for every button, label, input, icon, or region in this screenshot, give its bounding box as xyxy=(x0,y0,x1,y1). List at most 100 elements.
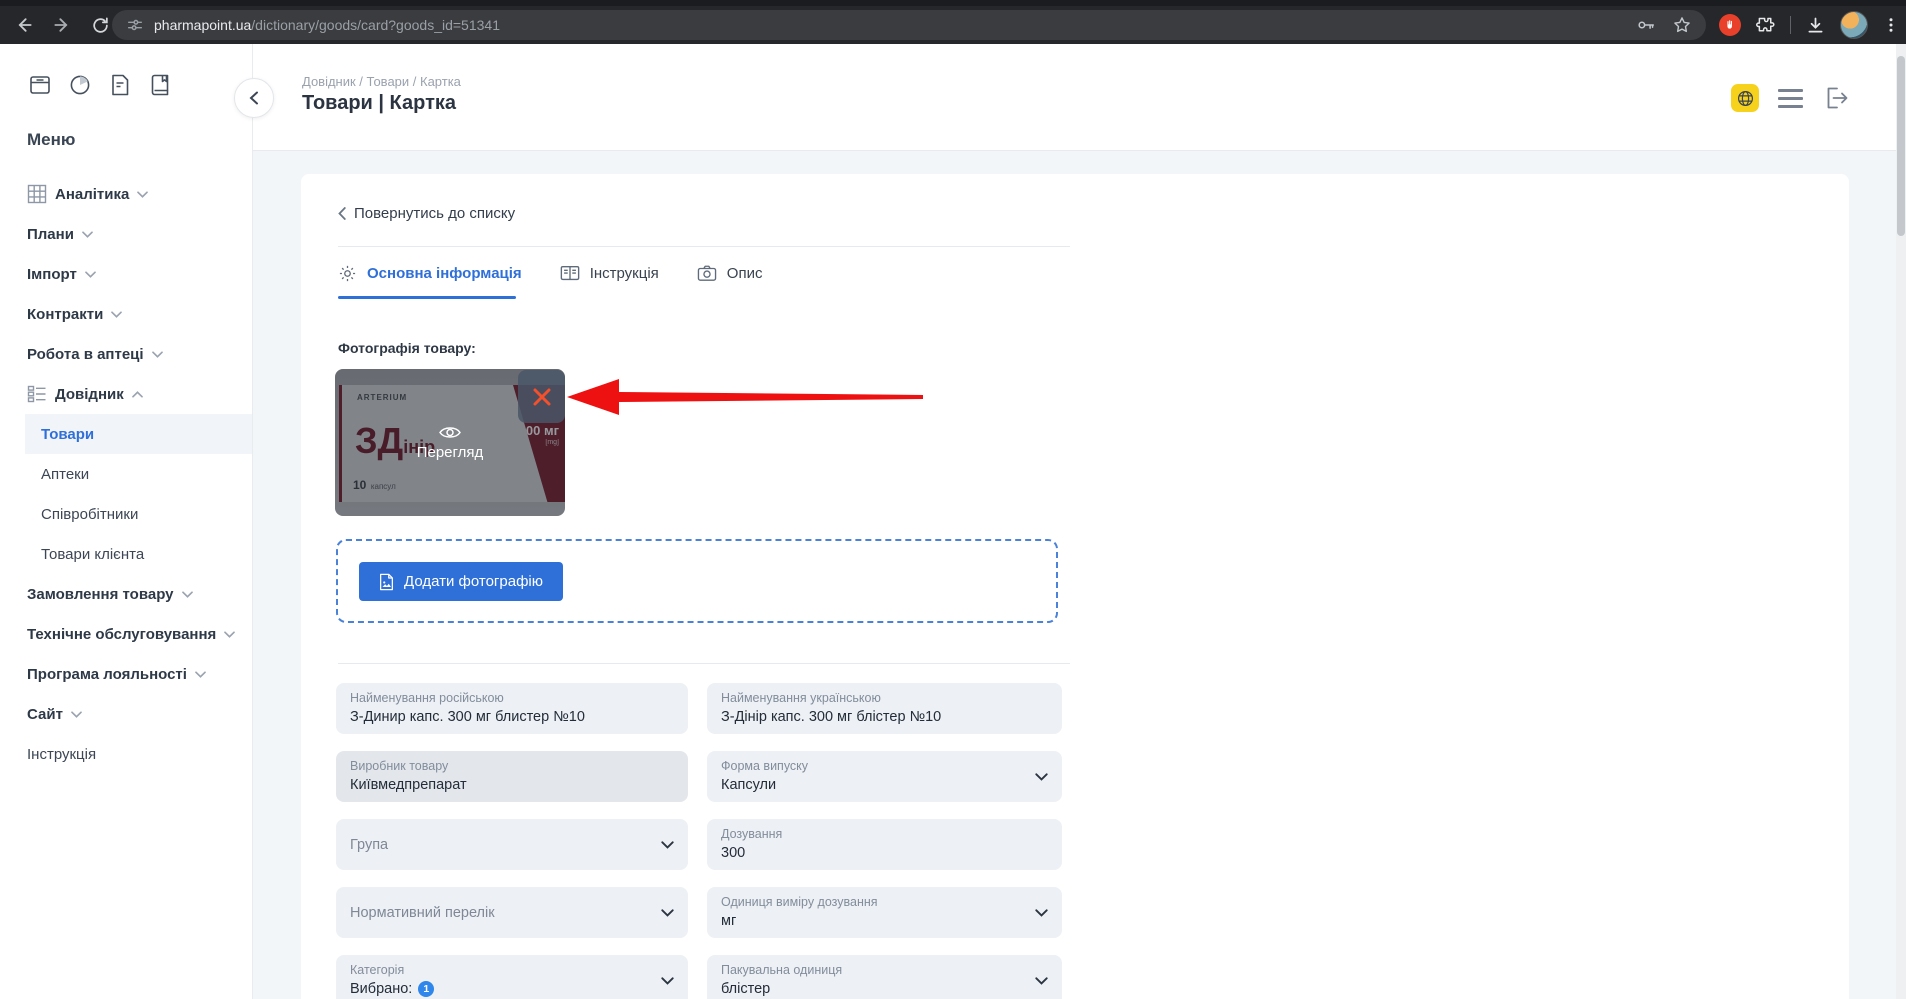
sidebar-item-analytics[interactable]: Аналітика xyxy=(0,174,252,214)
archive-box-icon[interactable] xyxy=(27,72,53,98)
field-value: З-Дінір капс. 300 мг блістер №10 xyxy=(721,709,942,725)
normative-list-select[interactable]: Нормативний перелік xyxy=(336,887,688,938)
page-header: Довідник / Товари / Картка Товари | Карт… xyxy=(234,44,1906,151)
sidebar-item-dictionary[interactable]: Довідник xyxy=(0,374,252,414)
sidebar-item-label: Замовлення товару xyxy=(27,585,174,603)
password-key-icon[interactable] xyxy=(1636,15,1656,35)
sidebar-item-site[interactable]: Сайт xyxy=(0,694,252,734)
sidebar-item-label: Контракти xyxy=(27,305,104,323)
sidebar-item-loyalty-program[interactable]: Програма лояльності xyxy=(0,654,252,694)
gear-icon xyxy=(338,264,357,283)
sidebar-item-import[interactable]: Імпорт xyxy=(0,254,252,294)
browser-forward-button[interactable] xyxy=(50,13,74,37)
extensions-puzzle-icon[interactable] xyxy=(1755,15,1776,36)
sidebar-item-label: Аналітика xyxy=(55,185,130,203)
name-ru-field[interactable]: Найменування російською З-Динир капс. 30… xyxy=(336,683,688,734)
chevron-down-icon xyxy=(661,976,674,985)
menu-hamburger-button[interactable] xyxy=(1778,88,1803,108)
photo-upload-dropzone[interactable]: Додати фотографію xyxy=(336,539,1058,623)
eye-icon xyxy=(439,425,461,440)
photo-section-label: Фотографія товару: xyxy=(338,340,476,356)
chevron-down-icon xyxy=(71,710,82,718)
tab-label: Основна інформація xyxy=(367,264,522,282)
book-icon[interactable] xyxy=(147,72,173,98)
back-link-label: Повернутись до списку xyxy=(354,205,516,222)
release-form-select[interactable]: Форма випуску Капсули xyxy=(707,751,1062,802)
sidebar-item-label: Товари xyxy=(41,425,95,443)
logout-icon[interactable] xyxy=(1822,84,1850,112)
toolbar-divider xyxy=(1790,16,1791,34)
url-text[interactable]: pharmapoint.ua/dictionary/goods/card?goo… xyxy=(154,17,1626,33)
field-value: 300 xyxy=(721,845,746,861)
product-photo-thumbnail[interactable]: ARTERIUM ЗДінір 300 мг [mg] 10 капсул Пе… xyxy=(335,369,565,516)
field-label: Одиниця виміру дозування xyxy=(721,895,878,909)
bookmark-star-icon[interactable] xyxy=(1672,15,1692,35)
scrollbar-thumb[interactable] xyxy=(1897,56,1905,236)
field-value: Капсули xyxy=(721,777,777,793)
field-value: Київмедпрепарат xyxy=(350,777,467,793)
field-value: З-Динир капс. 300 мг блистер №10 xyxy=(350,709,585,725)
tab-label: Опис xyxy=(726,264,763,282)
content-area: Повернутись до списку Основна інформація xyxy=(253,151,1906,999)
field-value: мг xyxy=(721,913,737,929)
browser-menu-icon[interactable] xyxy=(1882,16,1900,34)
sidebar-item-label: Інструкція xyxy=(27,745,97,763)
file-image-icon xyxy=(379,573,394,591)
chevron-down-icon xyxy=(82,230,93,238)
group-select[interactable]: Група xyxy=(336,819,688,870)
language-globe-button[interactable] xyxy=(1731,84,1759,112)
goods-card: Повернутись до списку Основна інформація xyxy=(301,174,1849,999)
list-icon xyxy=(27,384,47,404)
chevron-down-icon xyxy=(195,670,206,678)
add-photo-label: Додати фотографію xyxy=(404,573,543,590)
sidebar-item-goods[interactable]: Товари xyxy=(25,414,252,454)
browser-back-button[interactable] xyxy=(12,13,36,37)
document-icon[interactable] xyxy=(107,72,133,98)
back-to-list-link[interactable]: Повернутись до списку xyxy=(338,205,515,222)
address-bar[interactable]: pharmapoint.ua/dictionary/goods/card?goo… xyxy=(112,10,1706,40)
active-tab-underline xyxy=(338,296,516,299)
field-label: Найменування російською xyxy=(350,691,504,705)
sidebar-item-client-goods[interactable]: Товари клієнта xyxy=(0,534,252,574)
tab-label: Інструкція xyxy=(589,264,659,282)
selected-count-badge[interactable]: 1 xyxy=(418,981,435,997)
chevron-down-icon xyxy=(661,908,674,917)
packing-unit-select[interactable]: Пакувальна одиниця блістер xyxy=(707,955,1062,999)
downloads-icon[interactable] xyxy=(1805,15,1826,36)
adblock-extension-icon[interactable] xyxy=(1719,14,1741,36)
sidebar-item-maintenance[interactable]: Технічне обслуговування xyxy=(0,614,252,654)
sidebar-item-contracts[interactable]: Контракти xyxy=(0,294,252,334)
dosage-field[interactable]: Дозування 300 xyxy=(707,819,1062,870)
sidebar-item-goods-order[interactable]: Замовлення товару xyxy=(0,574,252,614)
dosage-unit-select[interactable]: Одиниця виміру дозування мг xyxy=(707,887,1062,938)
profile-avatar[interactable] xyxy=(1840,11,1868,39)
sidebar-item-plans[interactable]: Плани xyxy=(0,214,252,254)
field-label: Дозування xyxy=(721,827,783,841)
field-label: Категорія xyxy=(350,963,405,977)
category-select[interactable]: Категорія Вибрано: 1 xyxy=(336,955,688,999)
browser-reload-button[interactable] xyxy=(88,13,112,37)
add-photo-button[interactable]: Додати фотографію xyxy=(359,562,563,601)
sidebar-item-pharmacies[interactable]: Аптеки xyxy=(0,454,252,494)
chevron-down-icon xyxy=(181,590,193,598)
field-label: Виробник товару xyxy=(350,759,449,773)
site-settings-icon[interactable] xyxy=(126,16,144,34)
page-scrollbar[interactable] xyxy=(1896,44,1906,999)
pie-chart-icon[interactable] xyxy=(67,72,93,98)
tab-instruction[interactable]: Інструкція xyxy=(560,259,659,287)
chevron-down-icon xyxy=(1035,976,1048,985)
sidebar-item-pharmacy-work[interactable]: Робота в аптеці xyxy=(0,334,252,374)
sidebar-item-employees[interactable]: Співробітники xyxy=(0,494,252,534)
field-label: Найменування українською xyxy=(721,691,881,705)
tab-main-info[interactable]: Основна інформація xyxy=(338,259,522,287)
red-annotation-arrow xyxy=(567,379,923,415)
tab-description[interactable]: Опис xyxy=(697,259,763,287)
sidebar-collapse-button[interactable] xyxy=(234,78,274,118)
name-uk-field[interactable]: Найменування українською З-Дінір капс. 3… xyxy=(707,683,1062,734)
goods-form: Найменування російською З-Динир капс. 30… xyxy=(336,683,1062,999)
chevron-down-icon xyxy=(661,840,674,849)
sidebar-item-instruction[interactable]: Інструкція xyxy=(0,734,252,774)
page-title: Товари | Картка xyxy=(302,92,457,114)
breadcrumb: Довідник / Товари / Картка xyxy=(302,74,461,89)
delete-photo-button[interactable] xyxy=(518,370,565,423)
